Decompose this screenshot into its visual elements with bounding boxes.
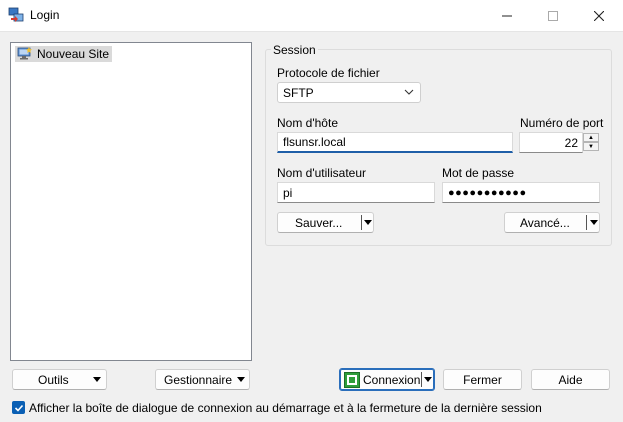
title-bar: Login [0,0,623,32]
show-dialog-checkbox[interactable] [12,401,25,414]
connect-button[interactable]: Connexion [339,368,435,391]
site-item-nouveau-site[interactable]: Nouveau Site [15,46,113,62]
winscp-app-icon [8,7,24,23]
dropdown-arrow-icon [424,377,432,382]
user-input[interactable]: pi [277,182,435,203]
save-label: Sauver... [295,216,343,230]
protocol-select[interactable]: SFTP [277,82,421,103]
chevron-down-icon [404,89,414,95]
host-input[interactable]: flsunsr.local [277,132,513,153]
tools-button[interactable]: Outils [12,369,107,390]
close-icon [594,10,604,21]
connect-label: Connexion [363,373,421,387]
close-dialog-button[interactable]: Fermer [443,369,522,390]
dropdown-arrow-icon [364,220,372,225]
help-button[interactable]: Aide [531,369,610,390]
dropdown-arrow-icon [237,377,245,382]
stepper-down-icon[interactable]: ▼ [583,142,599,151]
maximize-button[interactable] [530,0,576,31]
help-label: Aide [558,372,583,387]
user-value: pi [283,185,293,200]
password-value: ●●●●●●●●●●● [448,186,527,199]
port-label: Numéro de port [520,116,604,130]
protocol-label: Protocole de fichier [277,66,380,80]
show-dialog-label[interactable]: Afficher la boîte de dialogue de connexi… [29,401,542,415]
advanced-label: Avancé... [520,216,570,230]
site-item-label: Nouveau Site [37,47,110,61]
host-label: Nom d'hôte [277,116,338,130]
site-tree[interactable]: Nouveau Site [10,42,252,361]
minimize-icon [502,15,512,16]
password-input[interactable]: ●●●●●●●●●●● [442,182,600,203]
maximize-icon [548,10,558,21]
save-button[interactable]: Sauver... [277,212,374,233]
manager-button[interactable]: Gestionnaire [155,369,250,390]
advanced-button[interactable]: Avancé... [504,212,600,233]
port-value: 22 [564,135,578,150]
port-input[interactable]: 22 [519,132,583,153]
host-value: flsunsr.local [283,135,346,149]
connect-icon [344,372,360,388]
checkmark-icon [14,404,23,412]
password-label: Mot de passe [442,166,515,180]
port-stepper[interactable]: ▲ ▼ [583,133,599,152]
close-button[interactable] [576,0,622,31]
minimize-button[interactable] [484,0,530,31]
manager-label: Gestionnaire [164,373,233,387]
session-legend: Session [271,43,318,57]
protocol-value: SFTP [283,85,314,100]
user-label: Nom d'utilisateur [277,166,366,180]
dropdown-arrow-icon [93,377,101,382]
dropdown-arrow-icon [590,220,598,225]
stepper-up-icon[interactable]: ▲ [583,133,599,142]
new-site-icon [17,47,32,60]
close-label: Fermer [463,372,502,387]
window-title: Login [30,8,60,22]
tools-label: Outils [38,373,69,387]
